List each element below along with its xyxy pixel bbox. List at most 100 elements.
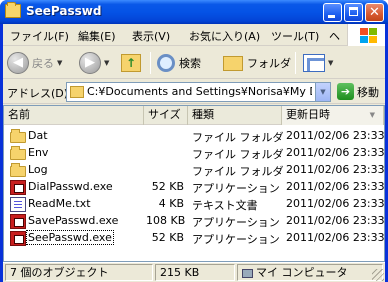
back-arrow-icon: ◀: [7, 52, 29, 74]
file-row[interactable]: DialPasswd.exe 52 KB アプリケーション 2011/02/06…: [4, 179, 385, 196]
address-value: C:¥Documents and Settings¥Norisa¥My Do: [87, 85, 312, 98]
file-name: DialPasswd.exe: [28, 180, 113, 193]
go-button[interactable]: ➔ 移動: [337, 83, 379, 100]
file-row[interactable]: SavePasswd.exe 108 KB アプリケーション 2011/02/0…: [4, 213, 385, 230]
title-bar[interactable]: SeePasswd ✕: [0, 0, 388, 24]
file-modified: 2011/02/06 23:33: [286, 163, 385, 176]
folder-icon: [10, 146, 26, 160]
file-row[interactable]: Log ファイル フォルダ 2011/02/06 23:33: [4, 162, 385, 179]
up-folder-button[interactable]: ↑: [121, 50, 141, 76]
file-modified: 2011/02/06 23:33: [286, 214, 385, 227]
minimize-button[interactable]: [323, 3, 342, 22]
toolbar-separator: [150, 52, 151, 74]
chevron-down-icon: ▼: [328, 59, 334, 67]
minimize-icon: [328, 15, 335, 18]
folder-icon: [223, 55, 243, 71]
folder-icon: [5, 2, 21, 18]
file-modified: 2011/02/06 23:33: [286, 231, 385, 244]
address-bar: アドレス(D) C:¥Documents and Settings¥Norisa…: [3, 80, 385, 104]
address-dropdown-button[interactable]: ▼: [315, 83, 330, 101]
chevron-down-icon: ▼: [57, 59, 63, 67]
file-name: Env: [28, 146, 49, 159]
file-name: SavePasswd.exe: [28, 214, 119, 227]
file-type: アプリケーション: [192, 233, 280, 246]
maximize-button[interactable]: [344, 3, 363, 22]
column-header-size[interactable]: サイズ: [144, 106, 188, 125]
column-header-name[interactable]: 名前: [4, 106, 144, 125]
column-header-modified[interactable]: 更新日時 ▼: [282, 106, 384, 125]
back-label: 戻る: [32, 57, 54, 70]
address-input[interactable]: C:¥Documents and Settings¥Norisa¥My Do ▼: [66, 82, 331, 102]
status-location-label: マイ コンピュータ: [256, 266, 348, 279]
file-size: 4 KB: [158, 197, 184, 210]
close-icon: ✕: [369, 5, 380, 20]
window-title: SeePasswd: [26, 4, 102, 18]
menu-file[interactable]: ファイル(F): [10, 28, 69, 44]
folder-icon: [10, 163, 26, 177]
folder-icon: [10, 129, 26, 143]
search-button[interactable]: 検索: [157, 50, 201, 76]
explorer-window: SeePasswd ✕ ファイル(F) 編集(E) 表示(V) お気に入り(A)…: [0, 0, 388, 282]
back-button[interactable]: ◀ 戻る ▼: [7, 50, 62, 76]
file-row[interactable]: ReadMe.txt 4 KB テキスト文書 2011/02/06 23:33: [4, 196, 385, 213]
forward-arrow-icon: ▶: [79, 52, 101, 74]
application-icon: [10, 231, 26, 246]
standard-toolbar: ◀ 戻る ▼ ▶ ▼ ↑ 検索 フォルダ ▼: [3, 47, 385, 79]
file-name: ReadMe.txt: [28, 197, 91, 210]
menu-tools[interactable]: ツール(T): [271, 28, 319, 44]
file-modified: 2011/02/06 23:33: [286, 146, 385, 159]
close-button[interactable]: ✕: [365, 3, 384, 22]
file-size: 52 KB: [151, 180, 184, 193]
file-modified: 2011/02/06 23:33: [286, 129, 385, 142]
column-header-type[interactable]: 種類: [188, 106, 282, 125]
resize-grip[interactable]: [372, 269, 384, 281]
menu-view[interactable]: 表示(V): [132, 28, 170, 44]
go-arrow-icon: ➔: [337, 83, 354, 100]
file-type: テキスト文書: [192, 199, 258, 212]
computer-icon: [242, 268, 253, 278]
file-row[interactable]: Env ファイル フォルダ 2011/02/06 23:33: [4, 145, 385, 162]
file-modified: 2011/02/06 23:33: [286, 180, 385, 193]
file-row[interactable]: Dat ファイル フォルダ 2011/02/06 23:33: [4, 128, 385, 145]
menu-edit[interactable]: 編集(E): [78, 28, 116, 44]
status-object-count: 7 個のオブジェクト: [5, 264, 153, 281]
chevron-down-icon: ▼: [104, 59, 110, 67]
views-button[interactable]: ▼: [303, 50, 333, 76]
address-label: アドレス(D): [7, 87, 69, 100]
file-type: アプリケーション: [192, 216, 280, 229]
status-location: マイ コンピュータ: [237, 264, 383, 281]
status-size: 215 KB: [155, 264, 235, 281]
file-name: SeePasswd.exe: [26, 230, 114, 245]
menu-favorites[interactable]: お気に入り(A): [189, 28, 260, 44]
application-icon: [10, 180, 26, 195]
file-row[interactable]: SeePasswd.exe 52 KB アプリケーション 2011/02/06 …: [4, 230, 385, 247]
window-body: ファイル(F) 編集(E) 表示(V) お気に入り(A) ツール(T) ヘ ◀ …: [3, 24, 385, 282]
views-icon: [303, 54, 325, 72]
folders-button[interactable]: フォルダ: [223, 50, 291, 76]
list-header: 名前 サイズ 種類 更新日時 ▼: [4, 106, 384, 125]
file-list[interactable]: 名前 サイズ 種類 更新日時 ▼ Dat ファイル フォルダ 2011/02/0…: [3, 105, 385, 262]
search-icon: [157, 54, 175, 72]
go-label: 移動: [357, 85, 379, 99]
menu-help[interactable]: ヘ: [329, 28, 340, 44]
toolbar-separator: [295, 52, 296, 74]
folder-icon: [70, 86, 84, 98]
file-modified: 2011/02/06 23:33: [286, 197, 385, 210]
file-size: 108 KB: [146, 214, 186, 227]
chevron-down-icon: ▼: [320, 88, 326, 96]
up-folder-icon: ↑: [121, 54, 141, 72]
menu-bar: ファイル(F) 編集(E) 表示(V) お気に入り(A) ツール(T) ヘ: [3, 24, 385, 46]
file-name: Log: [28, 163, 48, 176]
sort-arrow-icon: ▼: [369, 111, 375, 119]
file-type: アプリケーション: [192, 182, 280, 195]
folders-label: フォルダ: [247, 57, 291, 70]
file-type: ファイル フォルダ: [192, 148, 284, 161]
file-type: ファイル フォルダ: [192, 165, 284, 178]
search-label: 検索: [179, 57, 201, 70]
forward-button[interactable]: ▶ ▼: [79, 50, 109, 76]
application-icon: [10, 214, 26, 229]
status-bar: 7 個のオブジェクト 215 KB マイ コンピュータ: [3, 262, 385, 282]
windows-logo-icon: [347, 24, 385, 46]
file-type: ファイル フォルダ: [192, 131, 284, 144]
file-size: 52 KB: [151, 231, 184, 244]
